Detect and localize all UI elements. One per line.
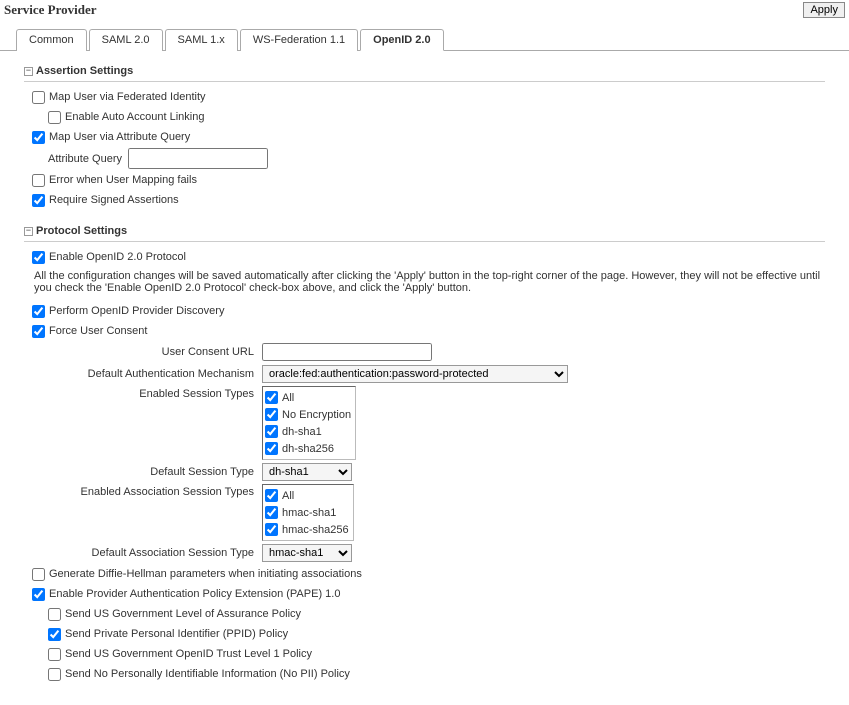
user-consent-url-input[interactable] [262,343,432,361]
default-session-type-label: Default Session Type [32,466,262,478]
error-mapping-label: Error when User Mapping fails [49,174,197,186]
send-ppid-checkbox[interactable] [48,628,61,641]
send-nopii-label: Send No Personally Identifiable Informat… [65,668,350,680]
session-all-label: All [282,392,294,404]
enable-pape-label: Enable Provider Authentication Policy Ex… [49,588,340,600]
assoc-all-checkbox[interactable] [265,489,278,502]
enable-openid-label: Enable OpenID 2.0 Protocol [49,251,186,263]
session-dhsha1-checkbox[interactable] [265,425,278,438]
collapse-icon[interactable]: − [24,227,33,236]
session-dhsha256-label: dh-sha256 [282,443,334,455]
generate-dh-checkbox[interactable] [32,568,45,581]
enabled-session-types-label: Enabled Session Types [32,386,262,400]
default-assoc-type-label: Default Association Session Type [32,547,262,559]
assoc-hmacsha1-label: hmac-sha1 [282,507,336,519]
require-signed-checkbox[interactable] [32,194,45,207]
enabled-assoc-types-label: Enabled Association Session Types [32,484,262,498]
error-mapping-checkbox[interactable] [32,174,45,187]
assoc-hmacsha256-label: hmac-sha256 [282,524,349,536]
send-loa-checkbox[interactable] [48,608,61,621]
force-consent-label: Force User Consent [49,325,147,337]
require-signed-label: Require Signed Assertions [49,194,179,206]
send-ppid-label: Send Private Personal Identifier (PPID) … [65,628,288,640]
enable-auto-link-label: Enable Auto Account Linking [65,111,204,123]
assoc-hmacsha1-checkbox[interactable] [265,506,278,519]
enable-openid-checkbox[interactable] [32,251,45,264]
protocol-info-text: All the configuration changes will be sa… [34,270,825,294]
force-consent-checkbox[interactable] [32,325,45,338]
default-auth-mech-select[interactable]: oracle:fed:authentication:password-prote… [262,365,568,383]
session-dhsha256-checkbox[interactable] [265,442,278,455]
session-dhsha1-label: dh-sha1 [282,426,322,438]
session-all-checkbox[interactable] [265,391,278,404]
assertion-section-title: Assertion Settings [36,65,133,77]
protocol-section-title: Protocol Settings [36,225,127,237]
perform-discovery-checkbox[interactable] [32,305,45,318]
assoc-all-label: All [282,490,294,502]
map-federated-checkbox[interactable] [32,91,45,104]
send-trust1-checkbox[interactable] [48,648,61,661]
perform-discovery-label: Perform OpenID Provider Discovery [49,305,224,317]
map-attr-query-checkbox[interactable] [32,131,45,144]
page-title: Service Provider [4,2,97,18]
tab-common[interactable]: Common [16,29,87,51]
protocol-section-header: − Protocol Settings [24,221,825,242]
attr-query-input[interactable] [128,148,268,169]
send-trust1-label: Send US Government OpenID Trust Level 1 … [65,648,312,660]
send-loa-label: Send US Government Level of Assurance Po… [65,608,301,620]
default-assoc-type-select[interactable]: hmac-sha1 [262,544,352,562]
session-noenc-checkbox[interactable] [265,408,278,421]
generate-dh-label: Generate Diffie-Hellman parameters when … [49,568,362,580]
session-types-list: All No Encryption dh-sha1 dh-sha256 [262,386,356,460]
assoc-hmacsha256-checkbox[interactable] [265,523,278,536]
assoc-types-list: All hmac-sha1 hmac-sha256 [262,484,354,541]
enable-pape-checkbox[interactable] [32,588,45,601]
attr-query-field-label: Attribute Query [48,153,122,165]
tab-wsfed[interactable]: WS-Federation 1.1 [240,29,358,51]
collapse-icon[interactable]: − [24,67,33,76]
enable-auto-link-checkbox[interactable] [48,111,61,124]
tab-bar: Common SAML 2.0 SAML 1.x WS-Federation 1… [0,28,849,51]
apply-button[interactable]: Apply [803,2,845,18]
user-consent-url-label: User Consent URL [32,346,262,358]
send-nopii-checkbox[interactable] [48,668,61,681]
map-attr-query-label: Map User via Attribute Query [49,131,190,143]
map-federated-label: Map User via Federated Identity [49,91,206,103]
default-session-type-select[interactable]: dh-sha1 [262,463,352,481]
tab-saml1x[interactable]: SAML 1.x [165,29,238,51]
session-noenc-label: No Encryption [282,409,351,421]
tab-openid20[interactable]: OpenID 2.0 [360,29,443,51]
tab-saml20[interactable]: SAML 2.0 [89,29,163,51]
assertion-section-header: − Assertion Settings [24,61,825,82]
default-auth-mech-label: Default Authentication Mechanism [32,368,262,380]
